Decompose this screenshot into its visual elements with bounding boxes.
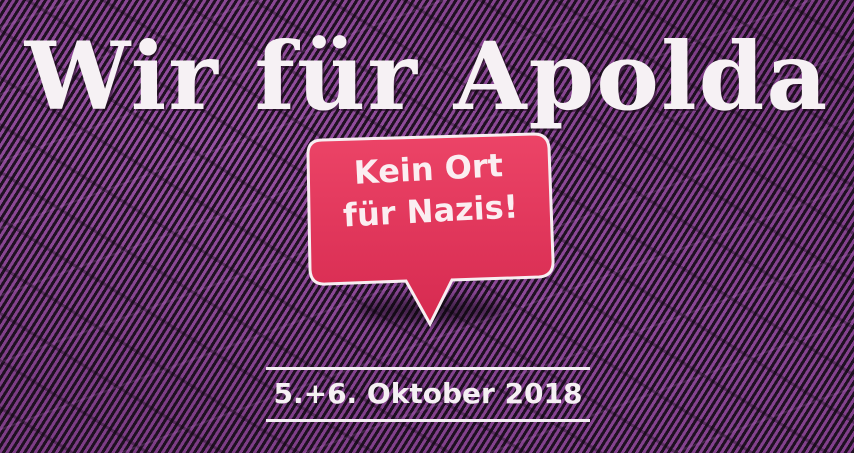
- event-date: 5.+6. Oktober 2018: [273, 377, 583, 410]
- date-rule-bottom: [266, 419, 590, 422]
- date-rule-top: [266, 367, 590, 370]
- headline: Wir für Apolda: [24, 22, 830, 132]
- bubble-slogan: Kein Ort für Nazis!: [300, 141, 559, 238]
- banner-background: Wir für Apolda Kein Ort für Nazis! 5.+6.…: [0, 0, 854, 453]
- date-block: 5.+6. Oktober 2018: [266, 367, 590, 425]
- speech-bubble: Kein Ort für Nazis!: [302, 130, 557, 330]
